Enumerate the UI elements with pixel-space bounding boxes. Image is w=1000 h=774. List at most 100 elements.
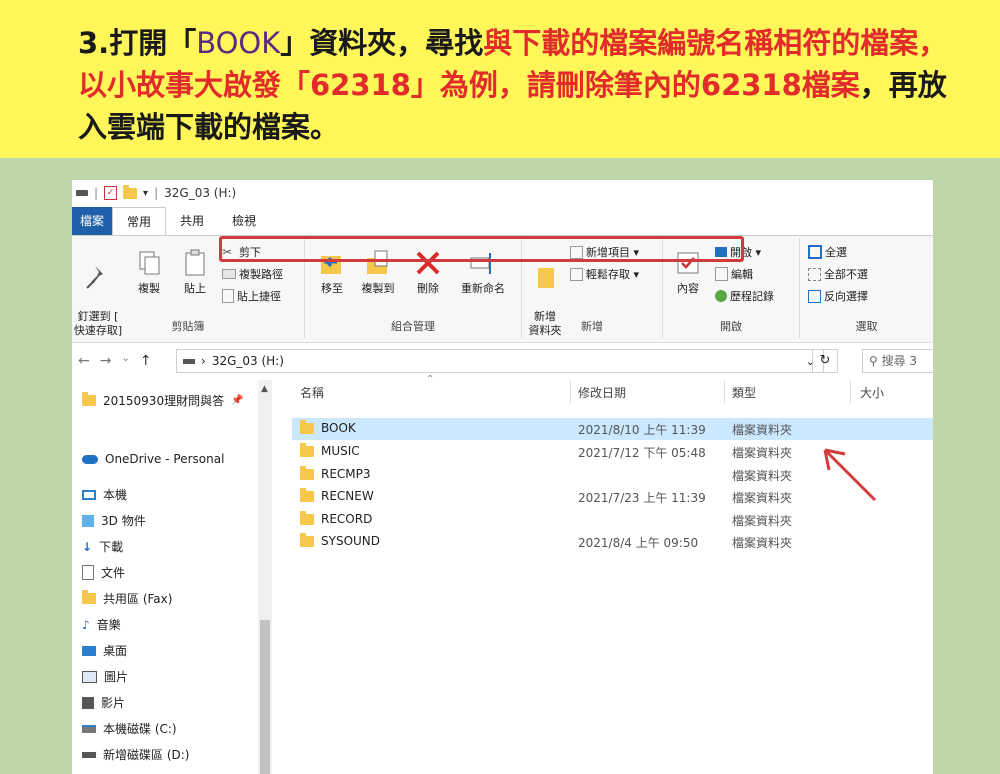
instruction-folder-name: BOOK (196, 26, 281, 60)
folder-icon (300, 465, 314, 480)
download-icon: ↓ (82, 539, 93, 554)
disk-icon (82, 724, 96, 733)
group-select: 全選 全部不選 反向選擇 選取 (800, 238, 933, 338)
easy-access-button[interactable]: 輕鬆存取 ▾ (570, 266, 639, 282)
ribbon-tabs: 檔案 常用 共用 檢視 (72, 207, 270, 236)
picture-icon (82, 670, 97, 683)
nav-scrollbar-thumb[interactable] (260, 620, 270, 774)
table-row[interactable]: BOOK 2021/8/10 上午 11:39 檔案資料夾 (292, 418, 933, 440)
instruction-middle: 」資料夾，尋找 (280, 26, 484, 60)
paste-button[interactable]: 貼上 (172, 242, 218, 296)
nav-buttons: ← → ⌄ ↑ (72, 353, 178, 369)
drive-icon (183, 358, 195, 364)
search-input[interactable]: ⚲ 搜尋 3 (862, 349, 933, 373)
history-button[interactable]: 歷程記錄 (715, 288, 774, 304)
nav-item-downloads[interactable]: ↓ 下載 (82, 538, 123, 555)
select-none-icon (808, 267, 821, 281)
breadcrumb-drive[interactable]: 32G_03 (H:) (212, 354, 284, 368)
nav-item-music[interactable]: ♪ 音樂 (82, 616, 121, 633)
group-label-new: 新增 (581, 320, 603, 333)
tab-share[interactable]: 共用 (166, 207, 218, 235)
address-bar[interactable]: › 32G_03 (H:) ⌄ (176, 349, 824, 373)
refresh-button[interactable]: ↻ (812, 349, 838, 373)
music-icon: ♪ (82, 617, 90, 632)
nav-item-this-pc[interactable]: 本機 (82, 486, 127, 503)
quick-access-toolbar: | ✓ ▾ | 32G_03 (H:) (72, 180, 933, 206)
select-all-button[interactable]: 全選 (808, 244, 847, 260)
select-none-button[interactable]: 全部不選 (808, 266, 868, 282)
customize-qat-icon[interactable]: ▾ (143, 188, 148, 199)
nav-item-onedrive[interactable]: OneDrive - Personal (82, 452, 224, 466)
copy-button[interactable]: 複製 (126, 242, 172, 296)
nav-item-3d-objects[interactable]: 3D 物件 (82, 512, 146, 529)
folder-icon (300, 419, 314, 434)
tab-view[interactable]: 檢視 (218, 207, 270, 235)
video-icon (82, 696, 94, 709)
table-row[interactable]: RECORD 檔案資料夾 (292, 509, 933, 531)
scroll-up-icon[interactable]: ▲ (261, 384, 268, 394)
recent-icon[interactable]: ⌄ (121, 353, 129, 369)
new-folder-icon[interactable] (123, 184, 138, 199)
pc-icon (82, 489, 96, 500)
copy-path-icon (222, 269, 236, 279)
group-label-select: 選取 (855, 320, 878, 333)
paste-icon (185, 249, 205, 276)
pin-icon (86, 266, 103, 289)
edit-icon (715, 267, 728, 281)
group-label-clipboard: 剪貼簿 (171, 320, 205, 333)
desktop-icon (82, 645, 96, 656)
folder-icon (300, 532, 314, 547)
group-label-organize: 組合管理 (391, 320, 435, 333)
nav-item-desktop[interactable]: 桌面 (82, 642, 127, 659)
invert-selection-icon (808, 289, 821, 303)
forward-icon[interactable]: → (100, 353, 112, 369)
history-icon (715, 290, 727, 302)
copy-icon (139, 251, 160, 275)
folder-icon (300, 510, 314, 525)
back-icon[interactable]: ← (78, 353, 90, 369)
new-folder-icon (538, 268, 554, 288)
copy-path-button[interactable]: 複製路徑 (222, 266, 283, 282)
group-label-open: 開啟 (720, 320, 742, 333)
tab-file[interactable]: 檔案 (72, 207, 113, 235)
sort-ascending-icon: ⌃ (426, 374, 435, 385)
column-header-size[interactable]: 大小 (860, 384, 884, 401)
folder-icon (82, 590, 96, 604)
breadcrumb-chevron-icon: › (201, 354, 206, 368)
disk-icon (82, 751, 96, 758)
tab-home[interactable]: 常用 (112, 207, 167, 236)
search-placeholder: 搜尋 3 (881, 354, 918, 368)
column-header-type[interactable]: 類型 (732, 384, 756, 401)
select-all-icon (808, 245, 822, 259)
column-header-name[interactable]: 名稱 (300, 384, 324, 401)
cloud-icon (82, 454, 98, 464)
up-icon[interactable]: ↑ (140, 353, 152, 369)
column-header-date[interactable]: 修改日期 (578, 384, 626, 401)
document-icon (82, 565, 94, 580)
folder-icon (300, 442, 314, 457)
instruction-banner: 3.打開「BOOK」資料夾，尋找與下載的檔案編號名稱相符的檔案，以小故事大啟發「… (0, 0, 1000, 158)
refresh-icon: ↻ (819, 353, 831, 368)
address-bar-row: ← → ⌄ ↑ › 32G_03 (H:) ⌄ ↻ ⚲ 搜尋 3 (72, 346, 933, 376)
nav-item-new-volume-d[interactable]: 新增磁碟區 (D:) (82, 746, 189, 763)
file-explorer-window: | ✓ ▾ | 32G_03 (H:) 檔案 常用 共用 檢視 釘選到 [ 快速… (72, 180, 933, 774)
easy-access-icon (570, 267, 583, 281)
nav-item-documents[interactable]: 文件 (82, 564, 125, 581)
nav-item-pictures[interactable]: 圖片 (82, 668, 128, 685)
nav-item-shared-fax[interactable]: 共用區 (Fax) (82, 590, 172, 607)
nav-item-videos[interactable]: 影片 (82, 694, 125, 711)
instruction-prefix: 3.打開「 (78, 26, 197, 60)
table-row[interactable]: SYSOUND 2021/8/4 上午 09:50 檔案資料夾 (292, 531, 933, 553)
cube-icon (82, 514, 94, 527)
properties-icon[interactable]: ✓ (104, 186, 118, 200)
paste-shortcut-button[interactable]: 貼上捷徑 (222, 288, 281, 304)
file-list: ⌃ 名稱 修改日期 類型 大小 BOOK 2021/8/10 上午 11:39 … (276, 374, 933, 774)
invert-selection-button[interactable]: 反向選擇 (808, 288, 868, 304)
edit-button[interactable]: 編輯 (715, 266, 753, 282)
nav-scrollbar[interactable]: ▲ (258, 380, 272, 774)
highlight-box (219, 236, 744, 262)
nav-item-local-disk-c[interactable]: 本機磁碟 (C:) (82, 720, 177, 737)
instruction-text: 3.打開「BOOK」資料夾，尋找與下載的檔案編號名稱相符的檔案，以小故事大啟發「… (78, 22, 958, 148)
nav-item-pinned-folder[interactable]: 20150930理財問與答 📌 (82, 392, 244, 409)
drive-icon (76, 190, 88, 196)
